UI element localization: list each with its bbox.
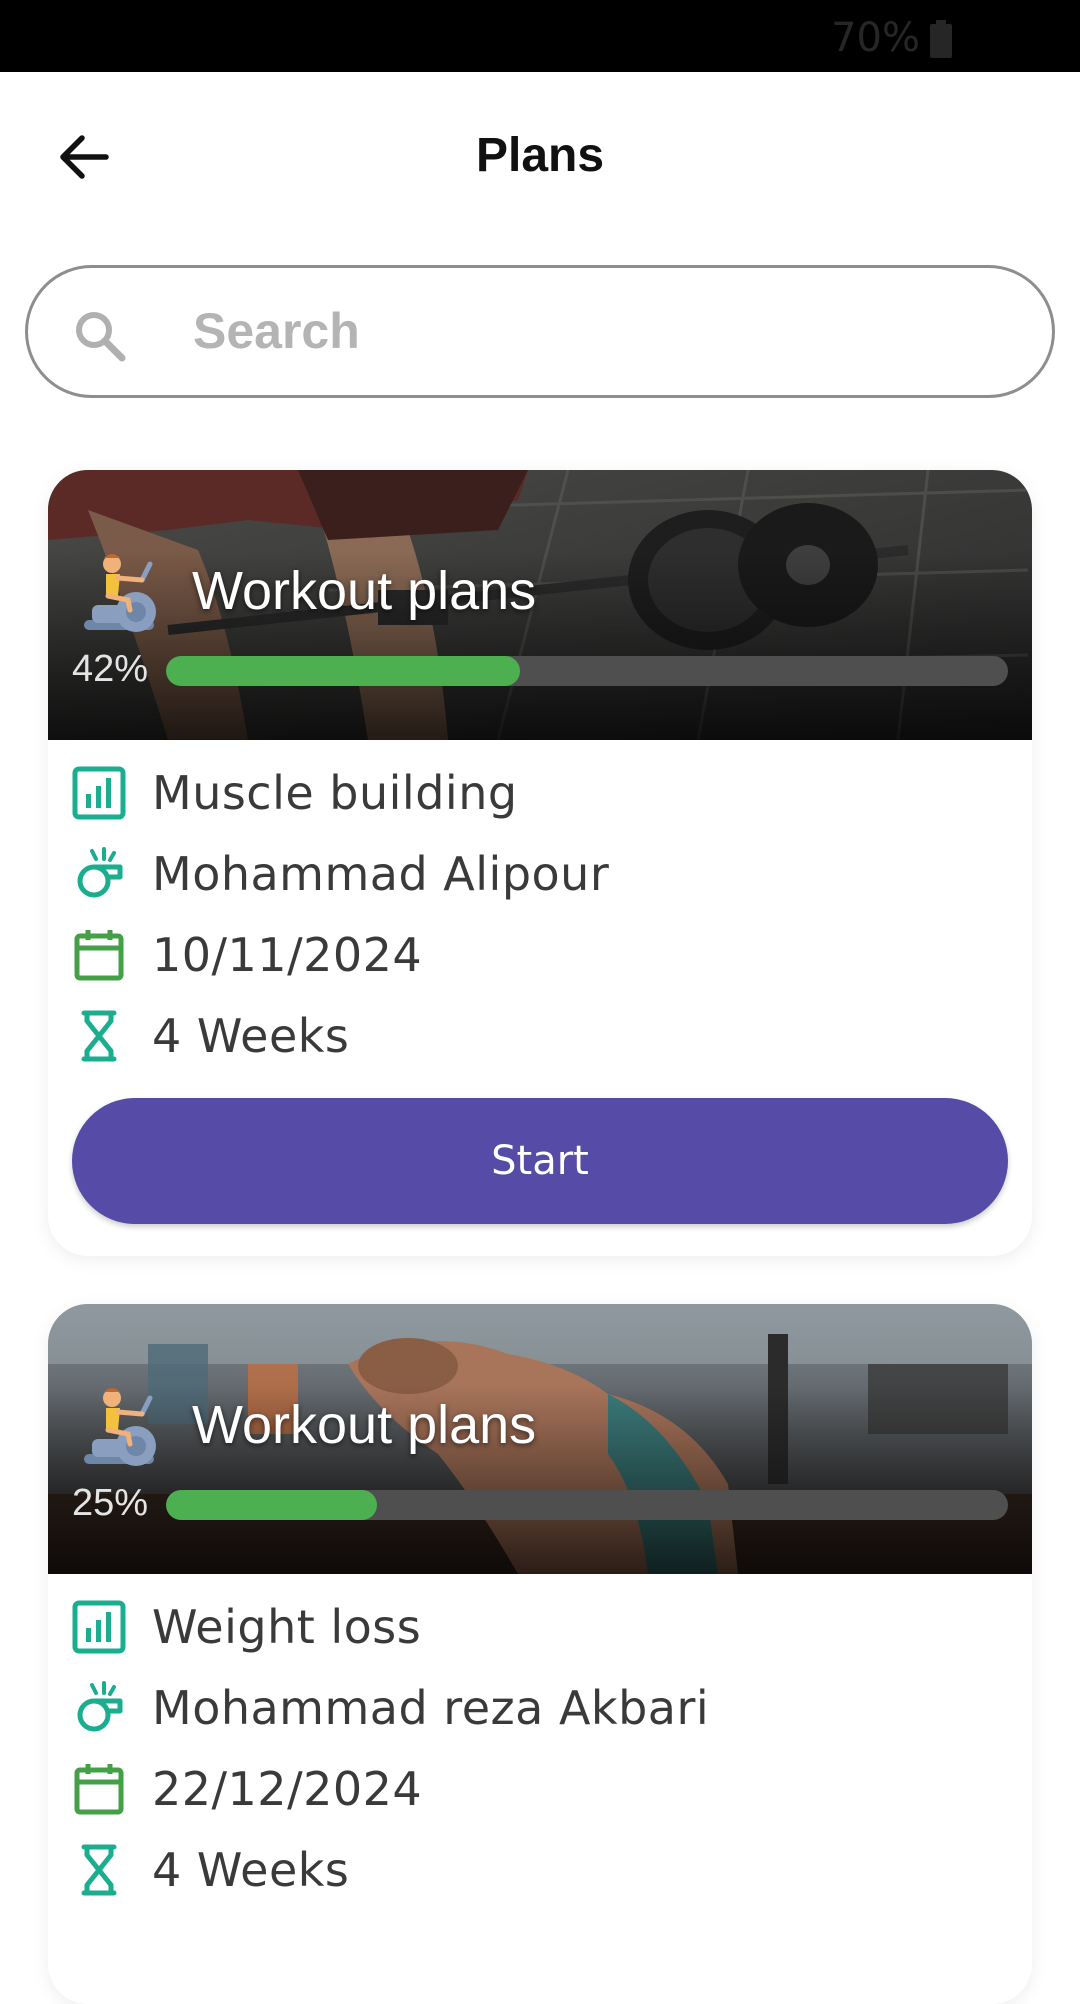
battery-percentage: 70% (831, 15, 920, 61)
plan-details: Weight loss Mohammad reza Akbari 22/12/2… (48, 1574, 1032, 1910)
plan-banner: Workout plans 42% (48, 470, 1032, 740)
calendar-icon (72, 1762, 126, 1816)
plan-date-row: 10/11/2024 (72, 914, 1008, 995)
progress-percent: 42% (72, 648, 149, 690)
exercise-bike-icon (84, 1388, 156, 1466)
start-button[interactable]: Start (72, 1098, 1008, 1224)
plan-duration: 4 Weeks (152, 1842, 350, 1897)
coach-whistle-icon (72, 1680, 126, 1735)
progress-bar (166, 656, 1008, 686)
progress-fill (166, 1490, 377, 1520)
progress-bar (166, 1490, 1008, 1520)
plan-category-row: Muscle building (72, 752, 1008, 833)
plan-category: Weight loss (152, 1599, 422, 1654)
plan-details: Muscle building Mohammad Alipour 10/11/2… (48, 740, 1032, 1076)
search-input[interactable] (193, 288, 1013, 374)
search-bar[interactable] (25, 265, 1055, 398)
plan-date: 22/12/2024 (152, 1761, 423, 1816)
plan-coach-row: Mohammad Alipour (72, 833, 1008, 914)
plan-duration: 4 Weeks (152, 1008, 350, 1063)
calendar-icon (72, 928, 126, 982)
battery-indicator: 70% (831, 15, 952, 61)
plan-coach: Mohammad reza Akbari (152, 1680, 710, 1735)
plan-card[interactable]: Workout plans 42% Muscle building Mohamm… (48, 470, 1032, 1256)
plan-coach-row: Mohammad reza Akbari (72, 1667, 1008, 1748)
plan-date: 10/11/2024 (152, 927, 423, 982)
coach-whistle-icon (72, 846, 126, 901)
search-icon (76, 312, 126, 362)
plan-banner: Workout plans 25% (48, 1304, 1032, 1574)
progress-fill (166, 656, 520, 686)
page-title: Plans (475, 129, 605, 182)
app-header: Plans (0, 72, 1080, 242)
exercise-bike-icon (84, 554, 156, 632)
hourglass-icon (72, 1009, 126, 1063)
plan-banner-title: Workout plans (192, 561, 537, 621)
plan-category-row: Weight loss (72, 1586, 1008, 1667)
plan-date-row: 22/12/2024 (72, 1748, 1008, 1829)
plan-category: Muscle building (152, 765, 518, 820)
battery-icon (930, 20, 952, 58)
plan-duration-row: 4 Weeks (72, 1829, 1008, 1910)
hourglass-icon (72, 1843, 126, 1897)
status-bar: 70% (0, 0, 1080, 72)
plan-card[interactable]: Workout plans 25% Weight loss Mohammad r… (48, 1304, 1032, 2004)
bar-chart-icon (72, 766, 126, 820)
bar-chart-icon (72, 1600, 126, 1654)
progress-percent: 25% (72, 1482, 149, 1524)
plan-duration-row: 4 Weeks (72, 995, 1008, 1076)
plan-banner-title: Workout plans (192, 1395, 537, 1455)
plan-coach: Mohammad Alipour (152, 846, 610, 901)
